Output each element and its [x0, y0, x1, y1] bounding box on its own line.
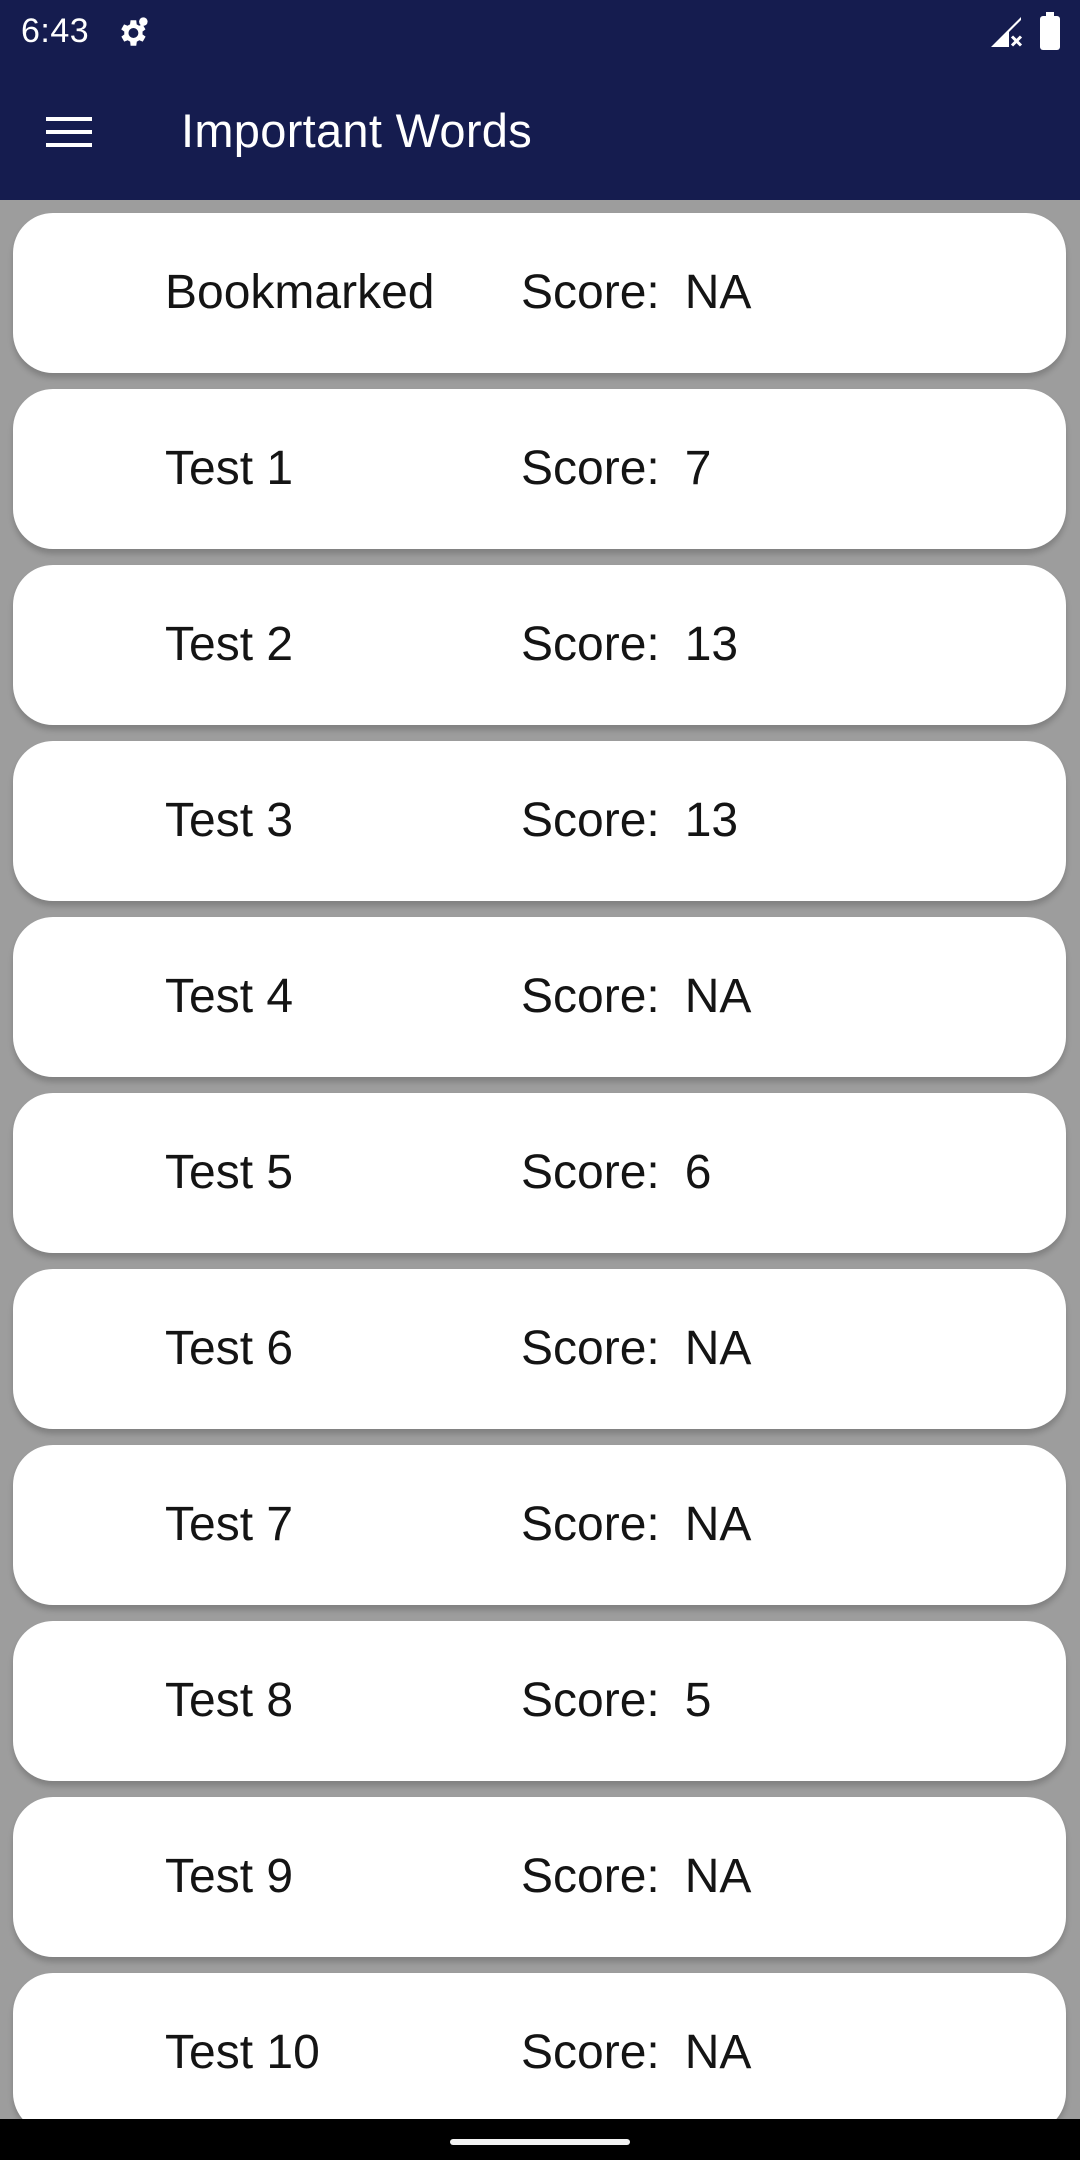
- score-label: Score:: [521, 1146, 660, 1199]
- test-score: Score: NA: [521, 265, 751, 321]
- test-score: Score: NA: [521, 1321, 751, 1377]
- test-card-9[interactable]: Test 9 Score: NA: [13, 1797, 1066, 1957]
- score-label: Score:: [521, 266, 660, 319]
- test-card-bookmarked[interactable]: Bookmarked Score: NA: [13, 213, 1066, 373]
- test-name: Test 1: [165, 442, 294, 495]
- score-value: 5: [684, 1674, 712, 1727]
- score-value: NA: [684, 1850, 752, 1903]
- test-card-7[interactable]: Test 7 Score: NA: [13, 1445, 1066, 1605]
- page-title: Important Words: [181, 104, 533, 157]
- score-label: Score:: [521, 1850, 660, 1903]
- test-card-2[interactable]: Test 2 Score: 13: [13, 565, 1066, 725]
- test-score: Score: 7: [521, 441, 711, 497]
- status-bar: 6:43: [0, 0, 1080, 63]
- score-label: Score:: [521, 794, 660, 847]
- test-name: Test 4: [165, 970, 294, 1023]
- score-label: Score:: [521, 1498, 660, 1551]
- test-score: Score: 6: [521, 1145, 711, 1201]
- test-score: Score: NA: [521, 1497, 751, 1553]
- test-name: Test 6: [165, 1322, 294, 1375]
- signal-no-service-icon: [988, 14, 1024, 50]
- score-value: 6: [684, 1146, 712, 1199]
- test-name: Test 5: [165, 1146, 294, 1199]
- battery-icon: [1040, 12, 1060, 50]
- navigation-bar: [0, 2119, 1080, 2160]
- test-name: Test 2: [165, 618, 294, 671]
- score-label: Score:: [521, 618, 660, 671]
- score-label: Score:: [521, 2026, 660, 2079]
- score-label: Score:: [521, 1674, 660, 1727]
- test-name: Test 7: [165, 1498, 294, 1551]
- hamburger-menu-icon[interactable]: [28, 94, 112, 170]
- score-value: NA: [684, 266, 752, 319]
- score-value: NA: [684, 1498, 752, 1551]
- score-label: Score:: [521, 442, 660, 495]
- test-score: Score: 5: [521, 1673, 711, 1729]
- test-card-10[interactable]: Test 10 Score: NA: [13, 1973, 1066, 2119]
- test-score: Score: NA: [521, 969, 751, 1025]
- test-score: Score: NA: [521, 1849, 751, 1905]
- test-name: Test 9: [165, 1850, 294, 1903]
- test-score: Score: 13: [521, 793, 738, 849]
- gesture-handle[interactable]: [450, 2139, 630, 2145]
- test-list[interactable]: Bookmarked Score: NA Test 1 Score: 7 Test …: [0, 200, 1080, 2119]
- score-label: Score:: [521, 970, 660, 1023]
- test-card-1[interactable]: Test 1 Score: 7: [13, 389, 1066, 549]
- test-card-5[interactable]: Test 5 Score: 6: [13, 1093, 1066, 1253]
- score-value: 13: [684, 618, 739, 671]
- settings-gear-icon: [115, 16, 149, 50]
- score-value: 7: [684, 442, 712, 495]
- test-name: Bookmarked: [165, 266, 435, 319]
- test-card-6[interactable]: Test 6 Score: NA: [13, 1269, 1066, 1429]
- test-card-3[interactable]: Test 3 Score: 13: [13, 741, 1066, 901]
- test-name: Test 3: [165, 794, 294, 847]
- status-time: 6:43: [21, 12, 90, 50]
- test-score: Score: NA: [521, 2025, 751, 2081]
- test-name: Test 8: [165, 1674, 294, 1727]
- score-value: NA: [684, 970, 752, 1023]
- score-label: Score:: [521, 1322, 660, 1375]
- score-value: NA: [684, 2026, 752, 2079]
- app-bar: Important Words: [0, 63, 1080, 200]
- score-value: 13: [684, 794, 739, 847]
- test-card-8[interactable]: Test 8 Score: 5: [13, 1621, 1066, 1781]
- score-value: NA: [684, 1322, 752, 1375]
- test-name: Test 10: [165, 2026, 320, 2079]
- test-card-4[interactable]: Test 4 Score: NA: [13, 917, 1066, 1077]
- test-score: Score: 13: [521, 617, 738, 673]
